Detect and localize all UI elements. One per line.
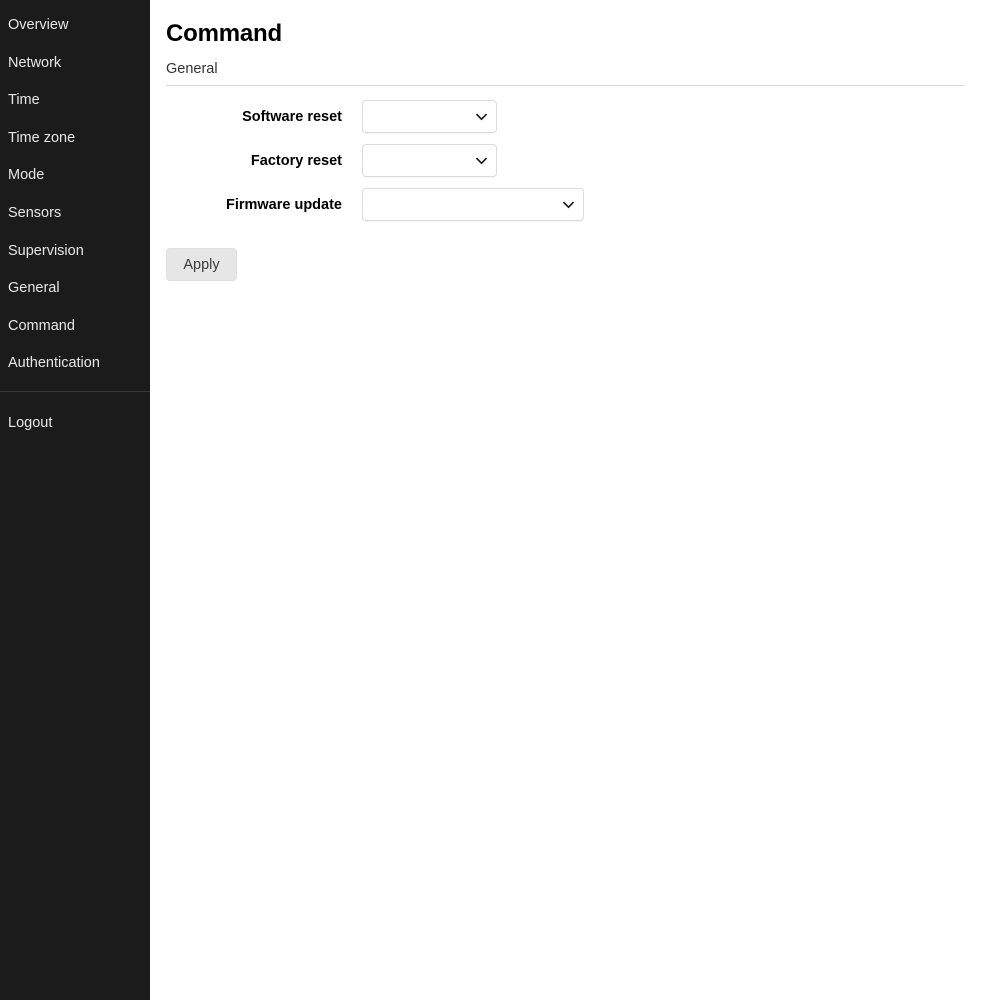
sidebar-item-label: Time [8,92,40,109]
select-software-reset[interactable] [362,100,497,133]
select-wrap-firmware-update [362,188,584,221]
sidebar-item-label: Supervision [8,242,84,259]
sidebar-item-mode[interactable]: Mode [0,157,150,195]
form-row-software-reset: Software reset [166,100,998,133]
command-form: Software reset Factory reset Firmware up… [166,86,998,281]
sidebar-logout-group: Logout [0,392,150,443]
sidebar-item-time-zone[interactable]: Time zone [0,120,150,158]
sidebar-item-label: Time zone [8,129,76,146]
sidebar-item-label: Command [8,317,75,334]
form-row-factory-reset: Factory reset [166,144,998,177]
select-wrap-factory-reset [362,144,497,177]
sidebar-item-label: General [8,280,60,297]
sidebar-nav-list: Overview Network Time Time zone Mode Sen… [0,7,150,391]
label-factory-reset: Factory reset [250,152,342,169]
page-title: Command [166,20,282,47]
sidebar-item-label: Sensors [8,204,62,221]
select-firmware-update[interactable] [362,188,584,221]
sidebar-item-command[interactable]: Command [0,308,150,346]
main-content: Command General Software reset Factory r… [150,0,998,1000]
sidebar-item-sensors[interactable]: Sensors [0,195,150,233]
sidebar-item-label: Mode [8,167,45,184]
select-wrap-software-reset [362,100,497,133]
section-label-general: General [166,61,218,77]
sidebar-item-authentication[interactable]: Authentication [0,345,150,383]
sidebar: Overview Network Time Time zone Mode Sen… [0,0,150,1000]
sidebar-item-general[interactable]: General [0,270,150,308]
sidebar-item-time[interactable]: Time [0,82,150,120]
label-firmware-update: Firmware update [225,196,342,213]
sidebar-item-network[interactable]: Network [0,45,150,83]
select-factory-reset[interactable] [362,144,497,177]
sidebar-item-logout[interactable]: Logout [0,405,150,443]
sidebar-item-label: Network [8,54,62,71]
sidebar-item-label: Overview [8,17,69,33]
sidebar-item-supervision[interactable]: Supervision [0,233,150,271]
label-software-reset: Software reset [242,108,342,125]
app-root: Overview Network Time Time zone Mode Sen… [0,0,998,1000]
apply-button[interactable]: Apply [166,248,237,281]
apply-row: Apply [166,232,998,281]
form-row-firmware-update: Firmware update [166,188,998,221]
sidebar-item-overview[interactable]: Overview [0,7,150,45]
sidebar-logout-label: Logout [8,414,53,431]
sidebar-item-label: Authentication [8,355,100,372]
